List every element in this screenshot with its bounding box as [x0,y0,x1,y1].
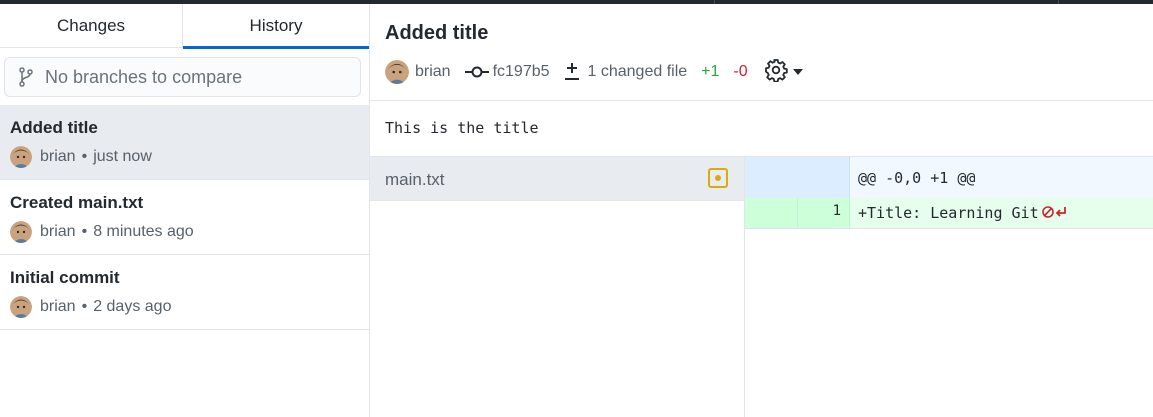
commit-item[interactable]: Created main.txt brian • 8 minutes ago [0,180,369,255]
commit-meta: brian • 8 minutes ago [10,220,194,244]
branch-compare-input[interactable]: No branches to compare [4,57,361,97]
diff-line-text: +Title: Learning Git [858,204,1039,222]
commit-title: Added title [10,118,98,137]
chevron-down-icon [792,68,804,76]
separator-dot: • [81,148,88,165]
diff-icon [564,62,580,82]
commit-time: 2 days ago [93,298,172,315]
commit-list: Added title brian • just now Created mai… [0,105,369,330]
diff-options-button[interactable] [764,58,804,87]
old-line-gutter [745,198,798,228]
changed-files-item: 1 changed file [564,62,688,82]
tab-bar: Changes History [0,4,369,49]
avatar [10,296,32,318]
commit-sha-item[interactable]: fc197b5 [464,63,550,81]
avatar [10,146,32,168]
commit-meta: brian • just now [10,145,152,169]
new-line-gutter: 1 [798,198,850,228]
hunk-header-text: @@ -0,0 +1 @@ [858,169,976,187]
diff-line-added[interactable]: 1 +Title: Learning Git [745,198,1153,229]
commit-title: Created main.txt [10,193,144,212]
branch-compare-placeholder: No branches to compare [45,66,243,87]
git-compare-icon [17,67,35,87]
commit-icon [464,65,489,79]
commit-meta: brian • 2 days ago [10,295,171,319]
sidebar: Changes History No branches to compare A… [0,4,370,417]
changed-files-list: main.txt [370,157,745,417]
diff-view: @@ -0,0 +1 @@ 1 +Title: Learning Git [745,157,1153,417]
commit-item[interactable]: Initial commit brian • 2 days ago [0,255,369,330]
commit-author-item: brian [385,60,451,84]
commit-item[interactable]: Added title brian • just now [0,105,369,180]
commit-sha: fc197b5 [492,63,550,80]
avatar [10,221,32,243]
commit-summary-header: Added title brian fc197b5 1 changed file [370,4,1153,101]
commit-detail-panel: Added title brian fc197b5 1 changed file [370,4,1153,417]
line-number: 1 [832,203,841,219]
commit-author: brian [40,148,76,165]
commit-description: This is the title [370,101,1153,157]
tab-history[interactable]: History [183,4,369,49]
gear-icon [764,58,788,87]
commit-info-row: brian fc197b5 1 changed file +1 -0 [385,58,804,87]
hunk-header: @@ -0,0 +1 @@ [745,157,1153,198]
separator-dot: • [81,223,88,240]
tab-changes[interactable]: Changes [0,4,183,48]
commit-description-text: This is the title [385,119,539,137]
commit-time: just now [93,148,152,165]
commit-detail-title: Added title [385,22,489,44]
commit-title: Initial commit [10,268,120,287]
separator-dot: • [81,298,88,315]
additions-count: +1 [701,63,720,80]
deletions-count: -0 [733,63,748,80]
file-item[interactable]: main.txt [370,157,744,201]
changed-files-count: 1 changed file [587,63,688,80]
commit-author: brian [40,298,76,315]
no-newline-icon [1042,205,1068,219]
file-name: main.txt [385,170,445,189]
commit-time: 8 minutes ago [93,223,194,240]
commit-author: brian [40,223,76,240]
commit-detail-author: brian [415,63,451,80]
hunk-gutter [745,157,850,198]
file-modified-icon [708,168,728,188]
avatar [385,60,409,84]
